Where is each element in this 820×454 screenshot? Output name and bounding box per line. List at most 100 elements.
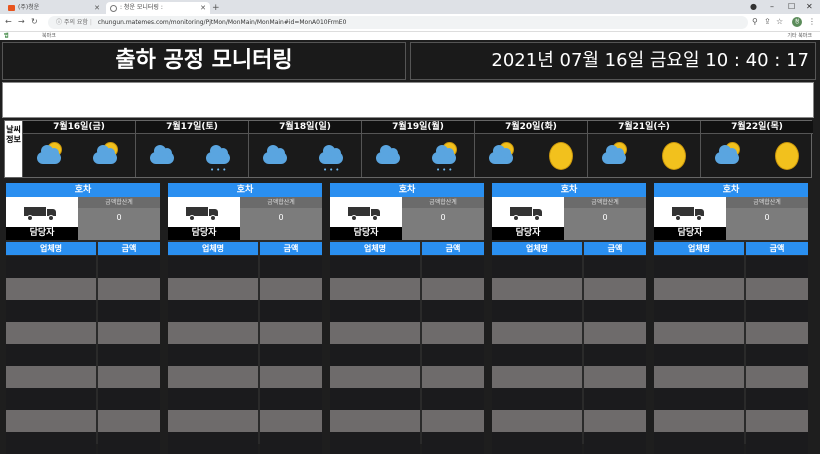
amount-cell [746,366,808,388]
truck-box [6,197,78,227]
amount-cell [584,344,646,366]
amount-cell [422,278,484,300]
table-row [168,344,322,366]
amount-cell [746,300,808,322]
weather-date: 7월17일(토) [136,121,248,134]
table-row [6,300,160,322]
company-cell [492,256,582,278]
amount-cell [260,322,322,344]
amount-sum-label: 금액합산계 [564,197,646,208]
truck-icon [348,207,384,221]
profile-menu-icon[interactable]: ● [750,1,757,13]
amount-cell [98,256,160,278]
table-row [6,410,160,432]
company-column-header: 업체명 [330,242,420,255]
table-row [168,278,322,300]
company-cell [492,432,582,454]
bookmarks-bar: 앱 북마크 기타 북마크 [0,32,820,40]
table-row [492,278,646,300]
weather-day: 7월20일(화) [474,121,587,177]
table-row [330,366,484,388]
new-tab-button[interactable]: + [212,2,220,14]
other-bookmarks[interactable]: 기타 북마크 [787,32,812,40]
sunny-icon [539,138,579,174]
weather-date: 7월22일(목) [701,121,813,134]
table-row [654,432,808,454]
table-row [492,344,646,366]
maximize-icon[interactable]: ☐ [788,1,795,13]
vehicle-number-header: 호차 [168,183,322,197]
company-cell [168,388,258,410]
close-tab-icon[interactable]: ✕ [200,2,206,14]
close-tab-icon[interactable]: ✕ [94,2,100,14]
amount-column-header: 금액 [746,242,808,255]
browser-tab[interactable]: (주)청운 ✕ [4,2,104,14]
amount-sum-value: 0 [402,208,484,240]
partly-cloudy-icon [31,138,71,174]
table-row [654,344,808,366]
address-input[interactable]: ⓘ 주의 요함 | chungun.matemes.com/monitoring… [48,16,748,29]
cloudy-icon [257,138,297,174]
amount-cell [98,432,160,454]
amount-cell [98,366,160,388]
amount-cell [98,344,160,366]
site-favicon-icon [8,5,15,11]
weather-day: 7월18일(일) ••• [248,121,361,177]
rain-icon: ••• [200,138,240,174]
not-secure-warning-icon[interactable]: ⓘ [48,19,62,26]
table-row [330,322,484,344]
truck-icon [510,207,546,221]
table-row [168,432,322,454]
amount-cell [260,410,322,432]
amount-column-header: 금액 [260,242,322,255]
table-row [330,388,484,410]
partly-cloudy-icon [87,138,127,174]
weather-day: 7월16일(금) [22,121,135,177]
browser-tab-bar: (주)청운 ✕ : 청운 모니터링 : ✕ + ● – ☐ ✕ [0,0,820,14]
menu-icon[interactable]: ⋮ [808,17,816,27]
bookmark-item[interactable]: 북마크 [42,32,56,40]
weather-label: 날씨정보 [5,121,22,177]
table-row [654,256,808,278]
company-column-header: 업체명 [654,242,744,255]
manager-label: 담당자 [6,227,78,240]
close-window-icon[interactable]: ✕ [806,1,813,13]
bookmark-star-icon[interactable]: ☆ [776,17,783,27]
apps-shortcut[interactable]: 앱 [4,32,9,40]
table-row [654,410,808,432]
minimize-icon[interactable]: – [770,1,774,13]
company-cell [6,432,96,454]
company-cell [654,256,744,278]
weather-day: 7월17일(토) ••• [135,121,248,177]
forward-icon[interactable]: → [18,17,25,27]
weather-day: 7월22일(목) [700,121,813,177]
avatar[interactable]: 청 [792,17,802,27]
table-row [492,300,646,322]
current-datetime: 2021년 07월 16일 금요일 10 : 40 : 17 [410,42,816,80]
table-row [168,322,322,344]
page-title: 출하 공정 모니터링 [2,42,406,80]
tab-title: (주)청운 [18,4,40,11]
amount-cell [98,388,160,410]
zoom-icon[interactable]: ⚲ [752,17,758,27]
back-icon[interactable]: ← [5,17,12,27]
reload-icon[interactable]: ↻ [31,17,38,27]
address-bar-row: ← → ↻ ⓘ 주의 요함 | chungun.matemes.com/moni… [0,14,820,32]
table-row [168,366,322,388]
amount-sum-label: 금액합산계 [726,197,808,208]
company-cell [6,344,96,366]
browser-tab-active[interactable]: : 청운 모니터링 : ✕ [106,2,210,14]
company-cell [6,278,96,300]
table-row [492,256,646,278]
truck-box [492,197,564,227]
company-cell [6,388,96,410]
share-icon[interactable]: ⇪ [764,17,771,27]
amount-cell [422,432,484,454]
weather-day: 7월21일(수) [587,121,700,177]
truck-icon [672,207,708,221]
amount-cell [98,278,160,300]
table-row [168,256,322,278]
manager-label: 담당자 [168,227,240,240]
truck-box [330,197,402,227]
table-row [6,322,160,344]
